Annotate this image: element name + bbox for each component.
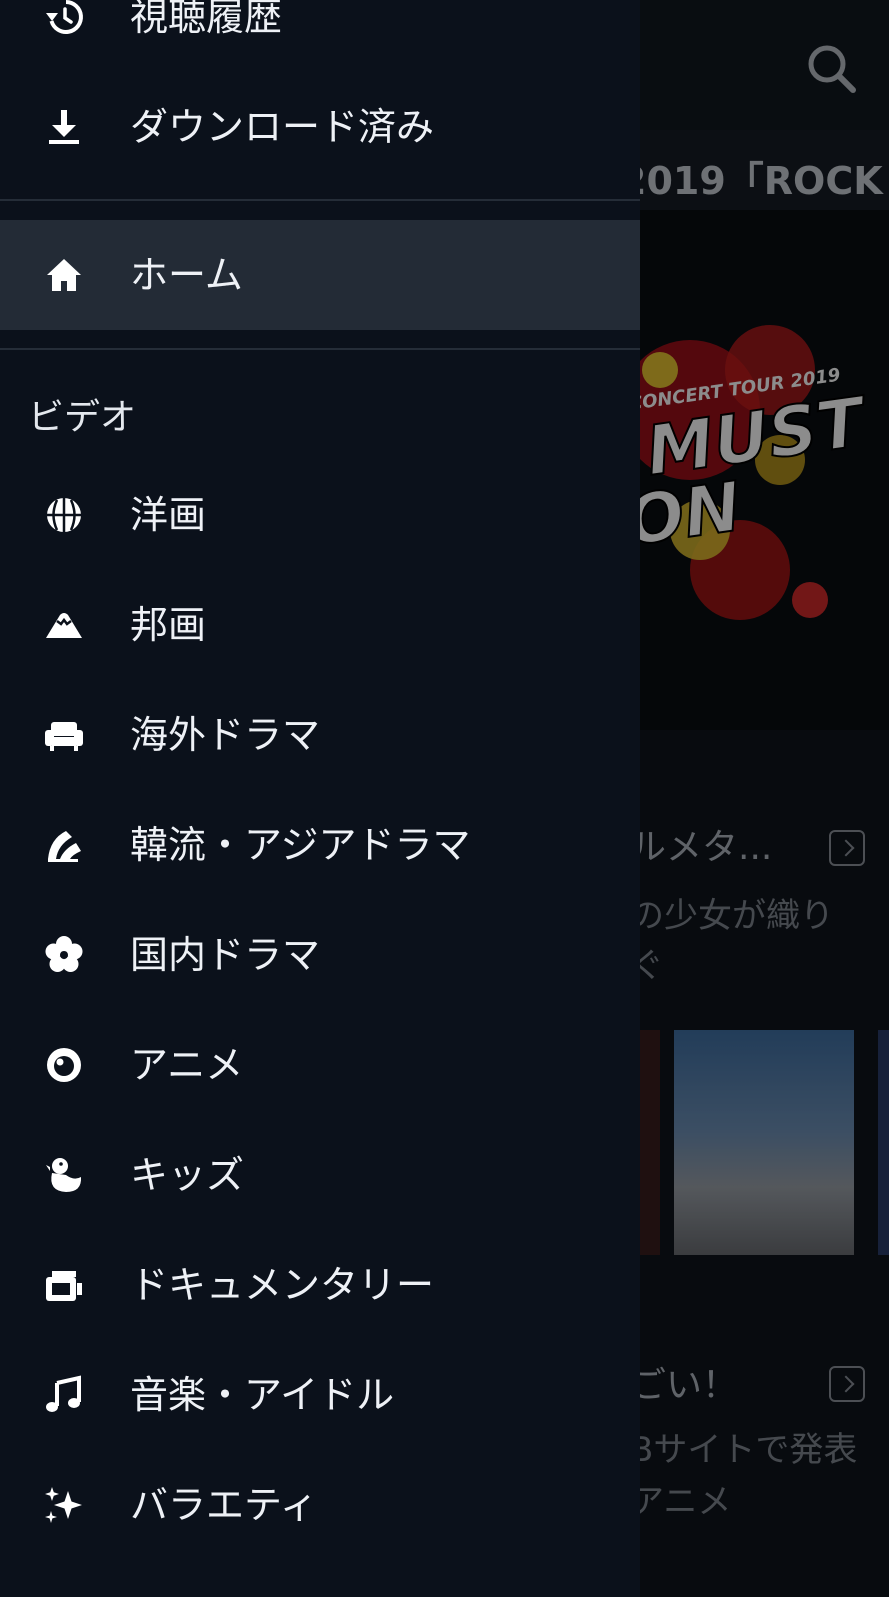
drawer-item-label: ホーム — [130, 253, 243, 297]
drawer-item-overseas-drama[interactable]: 海外ドラマ — [0, 680, 640, 790]
drawer-item-downloads[interactable]: ダウンロード済み — [0, 72, 640, 182]
drawer-item-label: ダウンロード済み — [130, 105, 435, 149]
drawer-item-label: 邦画 — [130, 603, 207, 647]
sofa-icon — [44, 715, 84, 755]
drawer-item-history[interactable]: 視聴履歴 — [0, 0, 640, 72]
drawer-item-label: ドキュメンタリー — [130, 1263, 435, 1307]
drawer-item-label: 視聴履歴 — [130, 0, 283, 39]
chick-icon — [44, 1155, 84, 1195]
drawer-item-japanese-movies[interactable]: 邦画 — [0, 570, 640, 680]
drawer-item-western-movies[interactable]: 洋画 — [0, 460, 640, 570]
music-note-icon — [44, 1375, 84, 1415]
mountain-icon — [44, 605, 84, 645]
section-header-video: ビデオ — [28, 397, 137, 438]
drawer-item-label: バラエティ — [130, 1483, 318, 1527]
drawer-item-home[interactable]: ホーム — [0, 220, 640, 330]
fan-icon — [44, 825, 84, 865]
anime-eye-icon — [44, 1045, 84, 1085]
drawer-item-label: アニメ — [130, 1043, 244, 1087]
drawer-item-documentary[interactable]: ドキュメンタリー — [0, 1230, 640, 1340]
drawer-item-anime[interactable]: アニメ — [0, 1010, 640, 1120]
divider — [0, 199, 640, 201]
download-icon — [44, 107, 84, 147]
drawer-item-kids[interactable]: キッズ — [0, 1120, 640, 1230]
divider — [0, 348, 640, 350]
home-icon — [44, 255, 84, 295]
drawer-item-music-idol[interactable]: 音楽・アイドル — [0, 1340, 640, 1450]
drawer-item-label: 洋画 — [130, 493, 207, 537]
drawer-item-domestic-drama[interactable]: 国内ドラマ — [0, 900, 640, 1010]
drawer-item-label: 海外ドラマ — [130, 713, 321, 757]
drawer-item-label: 韓流・アジアドラマ — [130, 823, 471, 867]
drawer-item-label: キッズ — [130, 1153, 245, 1197]
drawer-item-asian-drama[interactable]: 韓流・アジアドラマ — [0, 790, 640, 900]
sparkles-icon — [44, 1485, 84, 1525]
drawer-item-variety[interactable]: バラエティ — [0, 1450, 640, 1560]
globe-icon — [44, 495, 84, 535]
drawer-item-label: 国内ドラマ — [130, 933, 321, 977]
navigation-drawer: 視聴履歴 ダウンロード済み ホーム ビデオ 洋画 邦画 海外ドラマ 韓流・アジア… — [0, 0, 640, 1597]
history-icon — [44, 0, 84, 37]
flower-icon — [44, 935, 84, 975]
camera-icon — [44, 1265, 84, 1305]
drawer-item-label: 音楽・アイドル — [130, 1373, 395, 1417]
